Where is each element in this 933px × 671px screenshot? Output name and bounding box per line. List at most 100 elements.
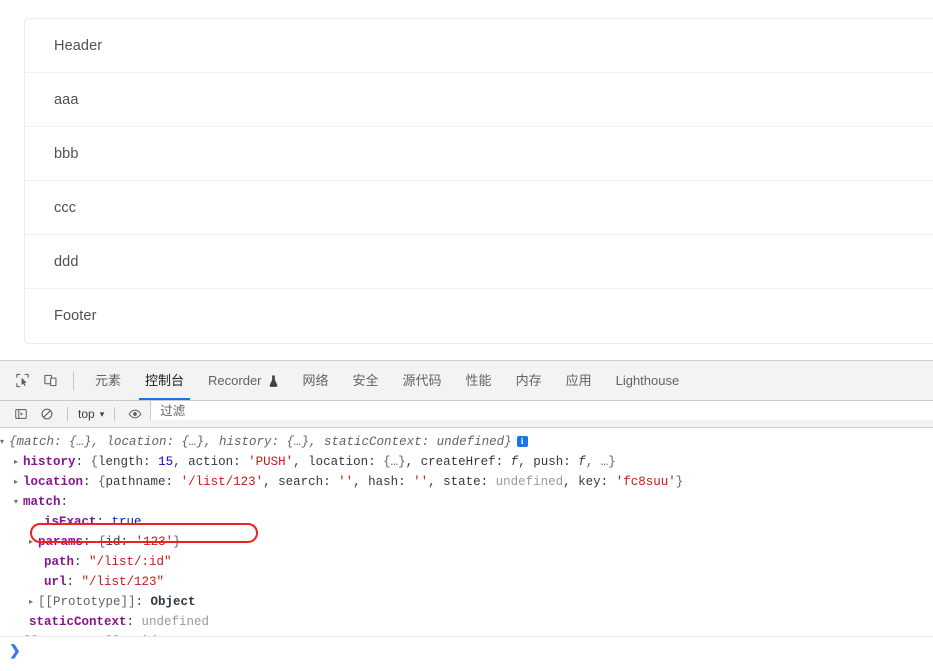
tab-sources[interactable]: 源代码 [391,361,454,400]
list-item-label: ddd [54,254,79,270]
disclosure-triangle-icon[interactable]: ▾ [0,432,9,452]
disclosure-triangle-icon[interactable]: ▸ [29,592,38,612]
inline-value: 'fc8suu' [615,475,676,489]
colon: : [83,475,99,489]
web-page-viewport: Header aaa bbb ccc ddd Footer [0,0,933,360]
list-item-label: bbb [54,146,79,162]
property-value: undefined [141,615,210,629]
inline-key: length: [98,455,159,469]
list-item[interactable]: bbb [25,127,933,181]
property-key: params [38,535,84,549]
list-item-label: Header [54,38,103,54]
inline-key: , action: [173,455,249,469]
disclosure-triangle-icon[interactable]: ▸ [14,632,23,636]
property-value: true [111,515,142,529]
disclosure-triangle-icon[interactable]: ▸ [14,472,23,492]
tab-elements[interactable]: 元素 [83,361,133,400]
tab-recorder[interactable]: Recorder [196,361,290,400]
list-item-label: Footer [54,308,97,324]
property-key: location [23,475,84,489]
inspect-element-icon[interactable] [8,361,36,400]
inline-value: '123' [135,535,174,549]
tab-label: 安全 [352,373,379,388]
property-value: "/list/:id" [89,555,172,569]
brace-open: { [90,455,99,469]
property-key: [[Prototype]] [38,595,136,609]
brace-open: { [98,535,106,549]
clear-console-icon[interactable] [34,407,60,421]
property-key: isExact [44,515,97,529]
disclosure-triangle-icon[interactable]: ▾ [14,492,23,512]
beaker-icon [268,375,279,387]
console-row-path: path: "/list/:id" [0,552,933,572]
console-prompt[interactable]: ❯ [0,637,933,663]
inline-value: '' [413,475,429,489]
brace-open: { [98,475,106,489]
console-row-prototype-inner[interactable]: ▸ [[Prototype]]: Object [0,592,933,612]
tab-label: 源代码 [402,373,442,388]
colon: : [75,455,91,469]
colon: : [96,515,112,529]
tab-memory[interactable]: 内存 [504,361,554,400]
colon: : [126,615,142,629]
tab-application[interactable]: 应用 [554,361,604,400]
list-item-label: aaa [54,92,79,108]
inline-key: pathname: [105,475,181,489]
prompt-chevron-icon: ❯ [9,641,21,658]
console-row-history[interactable]: ▸ history: {length: 15, action: 'PUSH', l… [0,452,933,472]
live-expression-eye-icon[interactable] [122,407,148,421]
inline-value: '/list/123' [180,475,264,489]
tab-label: 内存 [515,373,542,388]
tab-label: 控制台 [145,373,185,388]
brace-close: } [608,455,616,469]
tab-lighthouse[interactable]: Lighthouse [604,361,692,400]
list-item[interactable]: ccc [25,181,933,235]
list-item[interactable]: ddd [25,235,933,289]
console-sidebar-icon[interactable] [8,407,34,421]
inline-key: , push: [518,455,579,469]
console-row-isexact: isExact: true [0,512,933,532]
console-row-prototype-outer[interactable]: ▸[[Prototype]]: Object [0,632,933,636]
disclosure-triangle-icon[interactable]: ▸ [14,452,23,472]
console-row-root[interactable]: ▾ {match: {…}, location: {…}, history: {…… [0,432,933,452]
ellipsis: , … [585,455,609,469]
colon: : [60,495,69,509]
devtools-panel: 元素 控制台 Recorder 网络 安全 源代码 性能 内存 应用 Light… [0,360,933,671]
info-badge-icon[interactable]: i [516,436,528,447]
inline-key: , createHref: [405,455,511,469]
object-preview: {match: {…}, location: {…}, history: {…}… [9,435,512,449]
console-row-match[interactable]: ▾ match: [0,492,933,512]
toolbar-divider [73,372,74,390]
tab-security[interactable]: 安全 [341,361,391,400]
console-row-staticcontext: staticContext: undefined [0,612,933,632]
execution-context-select[interactable]: top ▾ [75,407,107,421]
device-toolbar-icon[interactable] [36,361,64,400]
inline-key: id: [105,535,136,549]
tab-performance[interactable]: 性能 [454,361,504,400]
tab-label: 元素 [95,373,122,388]
tab-network[interactable]: 网络 [291,361,341,400]
disclosure-triangle-icon[interactable]: ▸ [29,532,38,552]
property-key: [[Prototype]] [23,635,121,636]
console-filter-input[interactable] [150,401,933,420]
list-item-label: ccc [54,200,77,216]
property-key: staticContext [29,615,127,629]
list-card: Header aaa bbb ccc ddd Footer [24,18,933,344]
property-value: Object [150,595,196,609]
console-filter-toolbar: top ▾ [0,401,933,428]
console-row-params[interactable]: ▸ params: {id: '123'} [0,532,933,552]
console-row-location[interactable]: ▸ location: {pathname: '/list/123', searc… [0,472,933,492]
tab-label: 应用 [565,373,592,388]
inline-key: , search: [263,475,339,489]
tab-label: 网络 [302,373,329,388]
tab-label: Recorder [208,373,262,388]
tab-console[interactable]: 控制台 [133,361,196,400]
inline-value: 'PUSH' [248,455,294,469]
inline-key: , state: [428,475,496,489]
inline-value: f [578,455,586,469]
list-item[interactable]: Header [25,19,933,73]
list-item[interactable]: Footer [25,289,933,343]
execution-context-value: top [78,407,95,421]
property-key: match [23,495,61,509]
list-item[interactable]: aaa [25,73,933,127]
